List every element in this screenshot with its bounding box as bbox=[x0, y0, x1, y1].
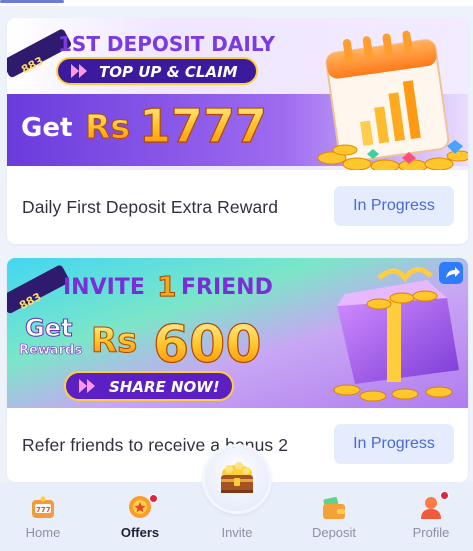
top-tab-strip bbox=[0, 0, 473, 6]
deposit-banner-art: 883 1ST DEPOSIT DAILY TOP UP & CLAIM Get… bbox=[7, 18, 468, 175]
active-tab-indicator bbox=[0, 0, 64, 3]
offer-banner-deposit[interactable]: 883 1ST DEPOSIT DAILY TOP UP & CLAIM Get… bbox=[7, 18, 468, 175]
headline-2-number: 1 bbox=[157, 270, 176, 303]
amount-prefix-2a: Get bbox=[25, 314, 72, 342]
headline-1: 1ST DEPOSIT DAILY bbox=[58, 32, 275, 56]
status-button[interactable]: In Progress bbox=[334, 186, 454, 226]
headline-2b: FRIEND bbox=[181, 275, 273, 300]
nav-item-deposit[interactable]: Deposit bbox=[294, 496, 374, 540]
notification-dot bbox=[149, 494, 158, 503]
status-button[interactable]: In Progress bbox=[334, 424, 454, 464]
treasure-chest-icon bbox=[221, 462, 253, 493]
offer-title: Daily First Deposit Extra Reward bbox=[22, 197, 279, 217]
profile-icon bbox=[421, 497, 441, 519]
nav-label: Invite bbox=[221, 525, 253, 540]
headline-2a: INVITE bbox=[63, 275, 145, 300]
amount-1: 1777 bbox=[139, 99, 267, 153]
offer-row-deposit[interactable]: Daily First Deposit Extra Reward In Prog… bbox=[7, 170, 468, 244]
nav-label: Home bbox=[25, 525, 61, 540]
nav-label: Offers bbox=[120, 525, 160, 540]
nav-label: Deposit bbox=[311, 525, 357, 540]
invite-center-button[interactable] bbox=[205, 447, 269, 511]
invite-banner-art: 883 INVITE 1 FRIEND Get Rewards Rs 600 S… bbox=[7, 258, 468, 408]
amount-2: 600 bbox=[153, 315, 262, 375]
currency-2: Rs bbox=[91, 321, 137, 361]
nav-label: Profile bbox=[412, 525, 450, 540]
slot-machine-icon: 777 bbox=[32, 496, 54, 518]
wallet-icon bbox=[323, 497, 345, 519]
nav-item-home[interactable]: 777 Home bbox=[3, 496, 83, 540]
currency-1: Rs bbox=[85, 107, 130, 146]
nav-item-profile[interactable]: Profile bbox=[391, 491, 471, 540]
cta-top-up-claim[interactable]: TOP UP & CLAIM bbox=[99, 63, 238, 81]
nav-item-offers[interactable]: Offers bbox=[100, 494, 180, 540]
offer-banner-invite[interactable]: 883 INVITE 1 FRIEND Get Rewards Rs 600 S… bbox=[7, 258, 468, 408]
amount-prefix-1: Get bbox=[21, 113, 72, 143]
offer-card-deposit[interactable]: 883 1ST DEPOSIT DAILY TOP UP & CLAIM Get… bbox=[7, 18, 468, 244]
amount-prefix-2b: Rewards bbox=[19, 343, 82, 358]
svg-text:777: 777 bbox=[36, 506, 51, 514]
notification-dot bbox=[440, 491, 449, 500]
cta-share-now[interactable]: SHARE NOW! bbox=[109, 378, 220, 396]
